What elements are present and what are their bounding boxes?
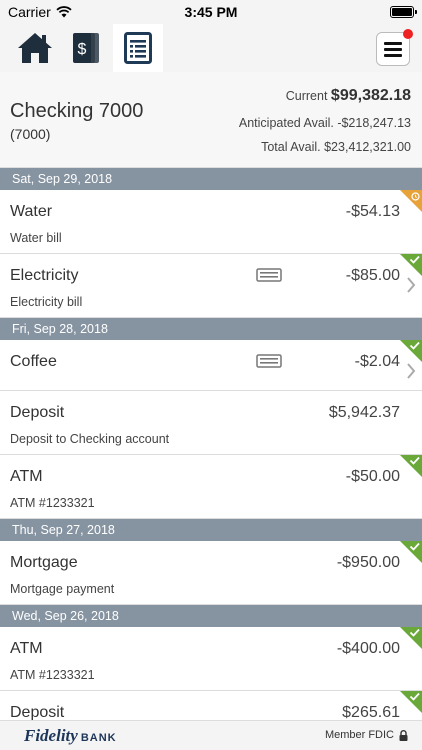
notification-dot [403,29,413,39]
transaction-name: Electricity [10,267,79,284]
transaction-name: Deposit [10,404,65,421]
tab-accounts[interactable]: $ [62,24,112,72]
transaction-description: ATM #1233321 [10,668,95,682]
transaction-name: Deposit [10,704,65,720]
transaction-description: Mortgage payment [10,582,115,596]
transaction-amount: -$54.13 [345,203,400,220]
transaction-row[interactable]: ATM ATM #1233321 -$400.00 [0,627,422,691]
date-header: Wed, Sep 26, 2018 [0,605,422,627]
cleared-check-icon [400,455,422,477]
current-balance-label: Current [285,89,328,103]
battery-icon [390,6,417,18]
status-bar: Carrier 3:45 PM [0,0,422,24]
transaction-row[interactable]: Deposit $265.61 [0,691,422,720]
pending-clock-icon [400,190,422,212]
transaction-name: Coffee [10,353,57,370]
transaction-amount: $265.61 [342,704,400,720]
transaction-amount: -$85.00 [345,267,400,284]
transaction-amount: -$50.00 [345,468,400,485]
transaction-row[interactable]: Electricity Electricity bill -$85.00 [0,254,422,318]
bank-logo-name: Fidelity [24,726,78,745]
transaction-description: ATM #1233321 [10,496,95,510]
tab-home[interactable] [10,24,60,72]
dollar-cards-icon: $ [73,33,99,63]
transaction-description: Deposit to Checking account [10,432,170,446]
transaction-row[interactable]: Mortgage Mortgage payment -$950.00 [0,541,422,605]
cleared-check-icon [400,627,422,649]
current-balance-value: $99,382.18 [330,87,411,104]
transaction-row[interactable]: Deposit Deposit to Checking account $5,9… [0,391,422,455]
transaction-name: ATM [10,468,43,485]
transaction-row[interactable]: ATM ATM #1233321 -$50.00 [0,455,422,519]
fdic-notice: Member FDIC [325,729,408,741]
transaction-list[interactable]: Sat, Sep 29, 2018 Water Water bill -$54.… [0,168,422,720]
cleared-check-icon [400,691,422,713]
account-number: (7000) [10,126,51,142]
transaction-row[interactable]: Coffee -$2.04 [0,340,422,391]
transaction-name: ATM [10,640,43,657]
chevron-right-icon [407,363,416,379]
account-summary: Checking 7000 (7000) Current $99,382.18 … [0,72,422,168]
home-icon [18,33,52,63]
bank-logo-suffix: BANK [80,732,117,744]
transaction-description: Water bill [10,231,62,245]
bank-logo: Fidelity BANK [24,726,117,746]
transaction-description: Electricity bill [10,295,83,309]
transaction-row[interactable]: Water Water bill -$54.13 [0,190,422,254]
transaction-name: Water [10,203,53,220]
current-balance: Current $99,382.18 [286,87,411,105]
transaction-amount: -$950.00 [336,554,400,571]
transaction-amount: $5,942.37 [328,404,400,421]
tab-transactions[interactable] [113,24,163,72]
register-icon [124,32,152,64]
transaction-amount: -$2.04 [354,353,400,370]
chevron-right-icon [407,277,416,293]
cleared-check-icon [400,340,422,362]
cleared-check-icon [400,254,422,276]
fdic-label: Member FDIC [324,729,394,741]
top-nav: $ [0,24,422,72]
status-time: 3:45 PM [184,4,238,20]
date-header: Fri, Sep 28, 2018 [0,318,422,340]
account-name: Checking 7000 [10,100,144,122]
menu-button[interactable] [376,29,413,66]
check-image-icon [256,268,282,282]
lock-icon [399,729,408,741]
transaction-amount: -$400.00 [336,640,400,657]
hamburger-icon [384,41,402,57]
cleared-check-icon [400,541,422,563]
anticipated-balance: Anticipated Avail. -$218,247.13 [238,116,411,130]
svg-text:$: $ [78,41,87,58]
check-image-icon [256,354,282,368]
date-header: Thu, Sep 27, 2018 [0,519,422,541]
footer: Fidelity BANK Member FDIC [0,720,422,750]
date-header: Sat, Sep 29, 2018 [0,168,422,190]
transaction-name: Mortgage [10,554,78,571]
total-balance: Total Avail. $23,412,321.00 [261,140,411,154]
